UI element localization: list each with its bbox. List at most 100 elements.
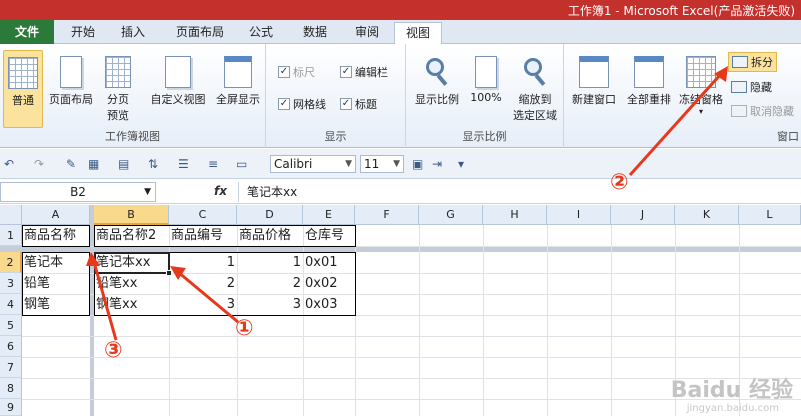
unhide-button[interactable]: 取消隐藏: [728, 102, 797, 120]
cell-c1[interactable]: 商品编号: [169, 226, 237, 246]
cell-c3[interactable]: 2: [169, 274, 237, 294]
gridlines-checkbox[interactable]: ✓ 网格线: [278, 96, 326, 112]
gridline: [22, 336, 801, 337]
zoom-100-button[interactable]: 100%: [466, 50, 506, 104]
new-window-button[interactable]: 新建窗口: [568, 50, 620, 107]
column-header-g[interactable]: G: [419, 205, 483, 225]
formula-bar-checkbox[interactable]: ✓ 编辑栏: [340, 64, 388, 80]
cell-e3[interactable]: 0x02: [303, 274, 355, 294]
column-header-a[interactable]: A: [22, 205, 90, 225]
column-header-d[interactable]: D: [237, 205, 303, 225]
cell-a1[interactable]: 商品名称: [22, 226, 90, 246]
column-header-k[interactable]: K: [675, 205, 739, 225]
hide-label: 隐藏: [750, 81, 772, 94]
cell-e2[interactable]: 0x01: [303, 253, 355, 273]
indent-icon[interactable]: ⇥: [432, 158, 446, 170]
insert-function-icon[interactable]: fx: [214, 184, 227, 198]
column-header-h[interactable]: H: [483, 205, 547, 225]
column-header-c[interactable]: C: [169, 205, 237, 225]
cell-a4[interactable]: 钢笔: [22, 295, 90, 315]
more-icon[interactable]: ▾: [458, 158, 472, 170]
row-header-4[interactable]: 4: [0, 294, 22, 315]
insert-row-icon[interactable]: ☰: [178, 158, 192, 170]
normal-view-button[interactable]: 普通: [3, 50, 43, 128]
table-format-icon[interactable]: ▤: [118, 158, 132, 170]
border-style-icon[interactable]: ▭: [236, 158, 250, 170]
ruler-checkbox[interactable]: ✓ 标尺: [278, 64, 315, 80]
tab-data[interactable]: 数据: [292, 22, 338, 44]
undo-icon[interactable]: ↶: [4, 158, 18, 170]
cell-e4[interactable]: 0x03: [303, 295, 355, 315]
font-size-combo[interactable]: 11 ▼: [360, 155, 404, 173]
zoom-group-label: 显示比例: [462, 130, 507, 143]
tab-file[interactable]: 文件: [0, 20, 54, 44]
zoom-to-selection-button[interactable]: 缩放到 选定区域: [508, 50, 562, 123]
column-header-b[interactable]: B: [94, 205, 169, 225]
row-header-6[interactable]: 6: [0, 336, 22, 357]
hide-button[interactable]: 隐藏: [728, 78, 775, 96]
select-all-corner[interactable]: [0, 205, 22, 225]
worksheet-grid[interactable]: A B C D E F G H I J K L 1 2 3 4 5 6 7 8 …: [0, 205, 801, 416]
cell-d3[interactable]: 2: [237, 274, 303, 294]
tab-view[interactable]: 视图: [394, 22, 442, 44]
window-title: 工作簿1 - Microsoft Excel(产品激活失败): [567, 4, 795, 18]
fill-handle[interactable]: [166, 270, 172, 276]
cell-c4[interactable]: 3: [169, 295, 237, 315]
cell-d1[interactable]: 商品价格: [237, 226, 303, 246]
tab-review[interactable]: 审阅: [344, 22, 390, 44]
column-header-j[interactable]: J: [611, 205, 675, 225]
full-screen-button[interactable]: 全屏显示: [212, 50, 264, 107]
custom-views-icon: [165, 56, 191, 88]
headings-label: 标题: [355, 98, 377, 111]
cell-e1[interactable]: 仓库号: [303, 226, 355, 246]
zoom-magnifier-icon: [422, 56, 452, 88]
custom-views-label: 自定义视图: [150, 93, 206, 106]
cell-d2[interactable]: 1: [237, 253, 303, 273]
row-header-5[interactable]: 5: [0, 315, 22, 336]
page-layout-view-button[interactable]: 页面布局: [44, 50, 98, 107]
align-icon[interactable]: ≡: [208, 158, 222, 170]
column-header-i[interactable]: I: [547, 205, 611, 225]
name-box[interactable]: B2 ▼: [0, 182, 156, 202]
formula-bar: B2 ▼ fx 笔记本xx: [0, 180, 801, 204]
split-button[interactable]: 拆分: [728, 52, 777, 72]
row-header-8[interactable]: 8: [0, 378, 22, 399]
cell-b4[interactable]: 钢笔xx: [94, 295, 169, 315]
tab-page-layout[interactable]: 页面布局: [166, 22, 234, 44]
row-header-9[interactable]: 9: [0, 399, 22, 416]
cell-d4[interactable]: 3: [237, 295, 303, 315]
sort-icon[interactable]: ⇅: [148, 158, 162, 170]
row-header-7[interactable]: 7: [0, 357, 22, 378]
tab-home[interactable]: 开始: [60, 22, 106, 44]
borders-icon[interactable]: ▦: [88, 158, 102, 170]
column-header-f[interactable]: F: [355, 205, 419, 225]
cell-b1[interactable]: 商品名称2: [94, 226, 169, 246]
row-header-2[interactable]: 2: [0, 252, 22, 273]
zoom-button[interactable]: 显示比例: [410, 50, 464, 107]
page-break-preview-button[interactable]: 分页 预览: [98, 50, 138, 123]
gridline: [547, 225, 548, 416]
column-header-e[interactable]: E: [303, 205, 355, 225]
custom-views-button[interactable]: 自定义视图: [146, 50, 210, 107]
cell-a2[interactable]: 笔记本: [22, 253, 90, 273]
format-painter-icon[interactable]: ✎: [66, 158, 80, 170]
redo-icon[interactable]: ↷: [34, 158, 48, 170]
cell-c2[interactable]: 1: [169, 253, 237, 273]
tab-insert[interactable]: 插入: [110, 22, 156, 44]
formula-input[interactable]: 笔记本xx: [238, 182, 801, 202]
cell-b3[interactable]: 铅笔xx: [94, 274, 169, 294]
group-workbook-views: 普通 页面布局 分页 预览 自定义视图 全屏显示 工作簿视图: [0, 44, 266, 148]
zoom-100-label: 100%: [470, 91, 502, 104]
row-header-1[interactable]: 1: [0, 225, 22, 246]
headings-checkbox[interactable]: ✓ 标题: [340, 96, 377, 112]
watermark-logo: Baidu 经验: [670, 378, 793, 403]
cell-a3[interactable]: 铅笔: [22, 274, 90, 294]
arrange-all-button[interactable]: 全部重排: [622, 50, 676, 107]
column-header-l[interactable]: L: [739, 205, 801, 225]
freeze-panes-button[interactable]: 冻结窗格 ▾: [676, 50, 726, 116]
tab-formulas[interactable]: 公式: [240, 22, 282, 44]
fill-icon[interactable]: ▣: [412, 158, 426, 170]
name-box-value: B2: [70, 185, 86, 199]
font-name-combo[interactable]: Calibri ▼: [270, 155, 356, 173]
row-header-3[interactable]: 3: [0, 273, 22, 294]
